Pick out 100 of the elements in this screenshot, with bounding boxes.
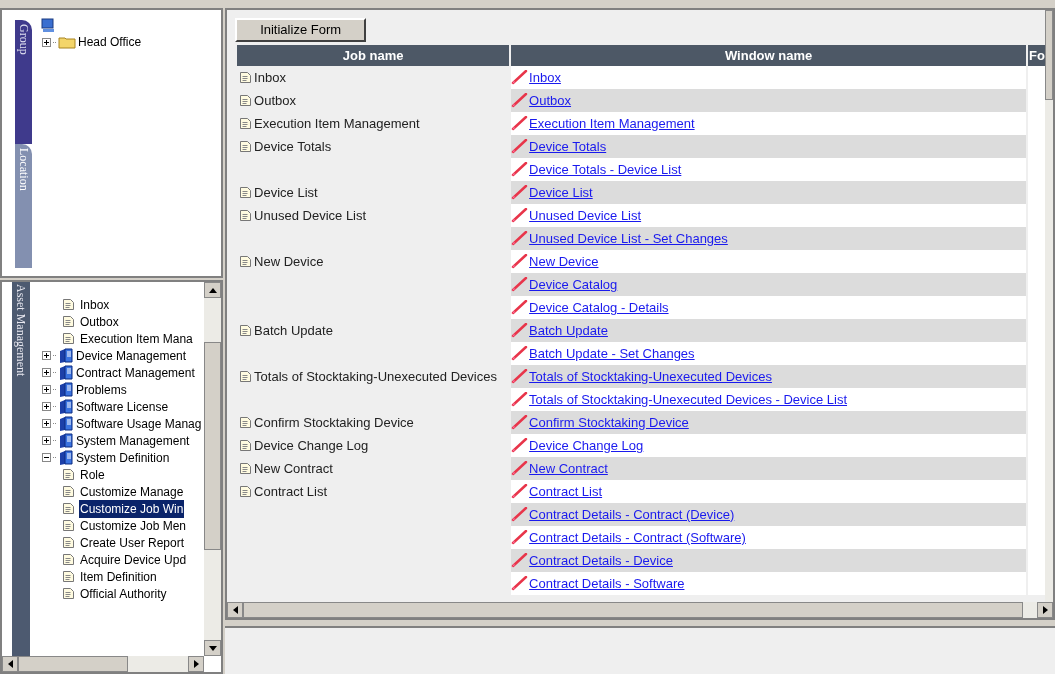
tree-item[interactable]: Customize Job Men: [79, 516, 188, 535]
tree-item[interactable]: Outbox: [79, 312, 120, 331]
side-tab[interactable]: Group: [15, 20, 32, 144]
collapse-toggle-icon[interactable]: [42, 453, 51, 462]
pencil-icon: [511, 70, 529, 85]
window-link[interactable]: New Device: [529, 251, 599, 272]
job-name: Confirm Stocktaking Device: [254, 413, 414, 432]
scroll-up-icon[interactable]: [208, 287, 217, 293]
page-icon: [62, 485, 75, 498]
initialize-form-button[interactable]: Initialize Form: [235, 18, 367, 42]
scroll-right-icon[interactable]: [1042, 606, 1048, 614]
computer-icon: [40, 18, 56, 34]
page-icon: [62, 298, 75, 311]
expand-toggle-icon[interactable]: [42, 368, 51, 377]
tree-item[interactable]: Software Usage Manag: [76, 414, 202, 433]
page-icon: [62, 570, 75, 583]
scroll-thumb[interactable]: [204, 342, 222, 550]
page-icon: [239, 462, 253, 475]
book-icon: [58, 415, 74, 432]
tree-item[interactable]: Item Definition: [79, 567, 158, 586]
page-icon: [62, 587, 75, 600]
tree-item[interactable]: Customize Manage: [79, 482, 185, 501]
vertical-scrollbar[interactable]: [204, 282, 222, 656]
expand-toggle-icon[interactable]: [42, 436, 51, 445]
book-icon: [58, 347, 74, 364]
horizontal-scrollbar[interactable]: [2, 656, 205, 672]
pencil-icon: [511, 254, 529, 269]
tree-item[interactable]: System Definition: [76, 448, 170, 467]
tree-item[interactable]: Official Authority: [79, 584, 168, 603]
job-name: Inbox: [254, 68, 286, 87]
job-name: Outbox: [254, 91, 297, 110]
job-name: New Contract: [254, 459, 333, 478]
window-link[interactable]: New Contract: [529, 458, 608, 479]
job-name: Device Totals: [254, 137, 332, 156]
pencil-icon: [511, 93, 529, 108]
tree-item[interactable]: Create User Report: [79, 533, 186, 552]
job-name: Totals of Stocktaking-Unexecuted Devices: [254, 367, 497, 386]
expand-toggle-icon[interactable]: [42, 37, 51, 47]
tree-item[interactable]: Role: [79, 465, 106, 484]
vertical-scrollbar[interactable]: [1045, 10, 1053, 602]
tree-item[interactable]: Device Management: [76, 346, 187, 365]
tree-item[interactable]: Execution Item Mana: [79, 329, 194, 348]
tree-item[interactable]: Contract Management: [76, 363, 195, 382]
pencil-icon: [511, 208, 529, 223]
window-link[interactable]: Contract List: [529, 481, 603, 502]
page-icon: [62, 553, 75, 566]
expand-toggle-icon[interactable]: [42, 385, 51, 394]
scroll-thumb[interactable]: [18, 656, 128, 672]
scroll-down-icon[interactable]: [208, 645, 217, 651]
tree-item[interactable]: Inbox: [79, 295, 111, 314]
page-icon: [239, 485, 253, 498]
pencil-icon: [511, 231, 529, 246]
tree-item[interactable]: Acquire Device Upd: [79, 550, 188, 569]
window-link[interactable]: Device Totals: [529, 136, 607, 157]
page-icon: [239, 140, 253, 153]
pencil-icon: [511, 484, 529, 499]
window-link[interactable]: Unused Device List: [529, 205, 642, 226]
pencil-icon: [511, 346, 529, 361]
window-link[interactable]: Batch Update: [529, 320, 608, 341]
scroll-right-icon[interactable]: [193, 660, 199, 668]
job-name: Execution Item Management: [254, 114, 420, 133]
column-header: Fo: [1028, 45, 1045, 66]
module-label: Asset Management: [12, 282, 30, 656]
tree-item[interactable]: Head Office: [78, 33, 142, 51]
page-icon: [239, 255, 253, 268]
pencil-icon: [511, 116, 529, 131]
pencil-icon: [511, 576, 529, 591]
job-name: Batch Update: [254, 321, 333, 340]
page-icon: [62, 502, 75, 515]
pencil-icon: [511, 369, 529, 384]
page-icon: [239, 416, 253, 429]
window-link[interactable]: Outbox: [529, 90, 572, 111]
pencil-icon: [511, 438, 529, 453]
page-icon: [239, 186, 253, 199]
book-icon: [58, 432, 74, 449]
pencil-icon: [511, 507, 529, 522]
window-link[interactable]: Device Catalog: [529, 274, 618, 295]
column-header: Job name: [237, 45, 510, 66]
scroll-left-icon[interactable]: [7, 660, 13, 668]
scroll-left-icon[interactable]: [232, 606, 238, 614]
window-link[interactable]: Device List: [529, 182, 593, 203]
book-icon: [58, 381, 74, 398]
expand-toggle-icon[interactable]: [42, 402, 51, 411]
pencil-icon: [511, 300, 529, 315]
tree-item[interactable]: Customize Job Win: [79, 499, 185, 518]
pencil-icon: [511, 185, 529, 200]
scroll-thumb[interactable]: [1045, 10, 1053, 100]
book-icon: [58, 364, 74, 381]
column-header: Window name: [511, 45, 1027, 66]
tree-item[interactable]: System Management: [76, 431, 190, 450]
tree-item[interactable]: Problems: [76, 380, 127, 399]
book-icon: [58, 449, 74, 466]
window-link[interactable]: Inbox: [529, 67, 561, 88]
tree-item[interactable]: Software License: [76, 397, 169, 416]
pencil-icon: [511, 392, 529, 407]
expand-toggle-icon[interactable]: [42, 351, 51, 360]
expand-toggle-icon[interactable]: [42, 419, 51, 428]
pencil-icon: [511, 530, 529, 545]
page-icon: [239, 117, 253, 130]
page-icon: [239, 209, 253, 222]
